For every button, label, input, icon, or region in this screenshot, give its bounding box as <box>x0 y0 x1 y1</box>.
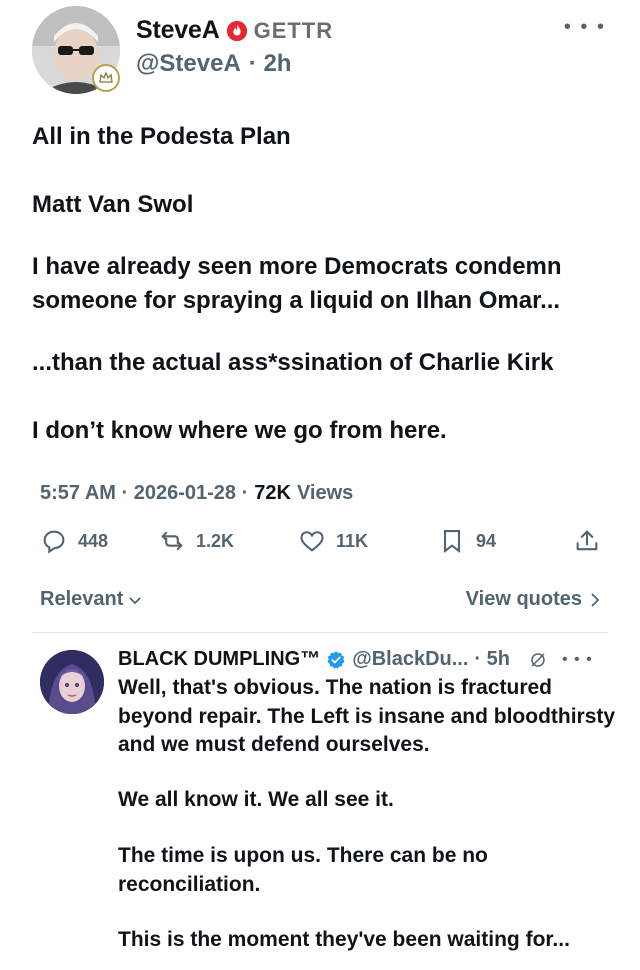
platform-label: GETTR <box>253 17 334 43</box>
view-quotes-label: View quotes <box>465 588 582 610</box>
author-handle-row: @SteveA · 2h <box>136 50 291 78</box>
post-meta: 5:57 AM · 2026-01-28 · 72K Views <box>40 482 353 505</box>
share-button[interactable] <box>573 527 601 555</box>
share-icon <box>576 530 598 551</box>
author-name-row: SteveA GETTR <box>136 16 333 45</box>
reply-author-avatar[interactable] <box>40 650 104 714</box>
views-count: 72K <box>254 482 291 504</box>
post-paragraph: All in the Podesta Plan <box>32 123 291 150</box>
crown-badge-icon <box>92 64 120 92</box>
post-paragraph: Matt Van Swol <box>32 191 194 218</box>
reply-more-options-icon[interactable]: • • • <box>562 651 593 669</box>
bookmark-button[interactable]: 94 <box>438 527 496 555</box>
post-time-ago: · 2h <box>248 50 292 77</box>
reply-count: 448 <box>78 530 109 551</box>
author-handle[interactable]: @SteveA <box>136 50 241 78</box>
sort-dropdown[interactable]: Relevant <box>40 588 143 611</box>
heart-icon <box>300 531 324 552</box>
reply-paragraph: We all know it. We all see it. <box>118 788 394 811</box>
reply-header: BLACK DUMPLING™ @BlackDu... · 5h • • • <box>118 648 593 671</box>
gettr-flame-icon <box>226 20 247 41</box>
post-paragraph: I don’t know where we go from here. <box>32 417 447 444</box>
bookmark-icon <box>443 530 461 554</box>
repost-button[interactable]: 1.2K <box>158 527 234 555</box>
action-bar: 448 1.2K 11K 94 <box>40 527 605 561</box>
reply-author-handle[interactable]: @BlackDu... <box>352 648 468 671</box>
view-quotes-link[interactable]: View quotes <box>466 588 602 611</box>
like-button[interactable]: 11K <box>298 527 368 555</box>
more-options-icon[interactable]: • • • <box>564 17 606 37</box>
post-paragraph: I have already seen more Democrats conde… <box>32 253 562 314</box>
repost-icon <box>161 531 183 551</box>
reply-author-name[interactable]: BLACK DUMPLING™ <box>118 648 320 671</box>
divider <box>32 632 608 633</box>
repost-count: 1.2K <box>196 530 235 551</box>
reply-paragraph: This is the moment they've been waiting … <box>118 928 570 951</box>
mute-icon[interactable] <box>528 650 548 670</box>
bookmark-count: 94 <box>476 530 497 551</box>
chevron-right-icon <box>591 592 600 607</box>
reply-paragraph: The time is upon us. There can be no rec… <box>118 844 488 896</box>
verified-badge-icon <box>327 650 345 669</box>
views-label: Views <box>296 482 354 504</box>
author-name[interactable]: SteveA <box>136 16 220 45</box>
sort-label: Relevant <box>40 588 124 610</box>
reply-button[interactable]: 448 <box>40 527 108 555</box>
reply-paragraph: Well, that's obvious. The nation is frac… <box>118 676 616 756</box>
chevron-down-icon <box>129 596 142 604</box>
reply-time-ago: · 5h <box>474 648 510 670</box>
post-timestamp[interactable]: 5:57 AM · 2026-01-28 · <box>40 482 248 505</box>
like-count: 11K <box>336 530 369 551</box>
post-paragraph: ...than the actual ass*ssination of Char… <box>32 349 554 376</box>
reply-icon <box>43 530 65 554</box>
